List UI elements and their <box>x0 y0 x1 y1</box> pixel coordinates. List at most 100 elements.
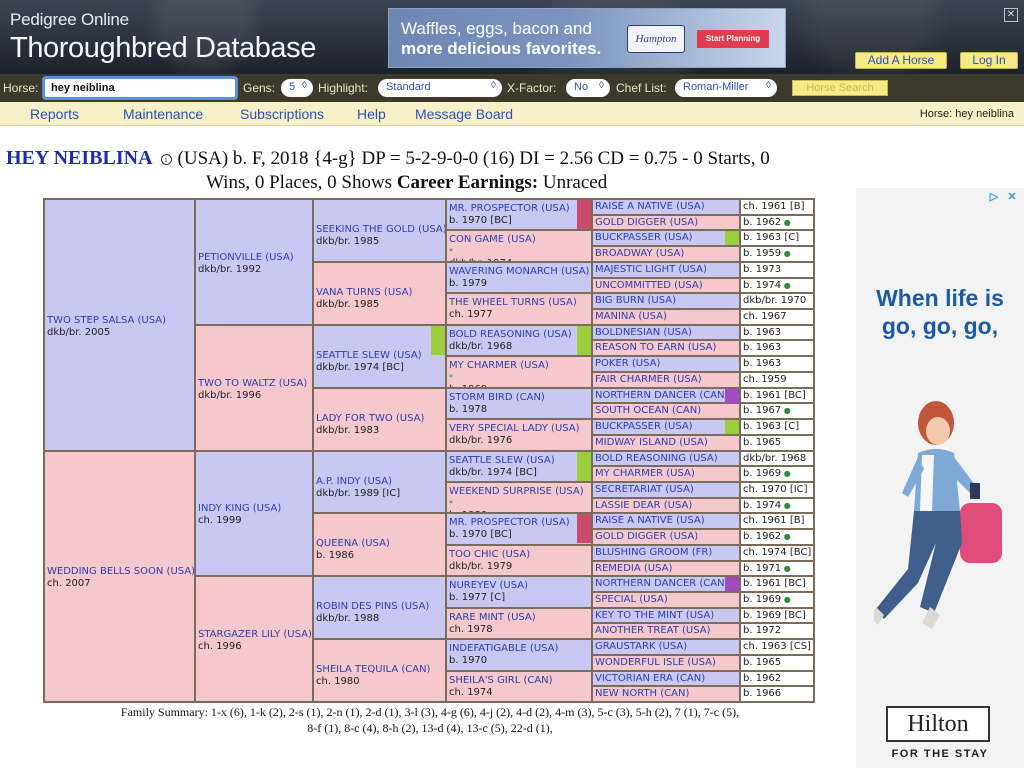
horse-name-link[interactable]: SEATTLE SLEW (USA) <box>449 455 589 467</box>
horse-name-link[interactable]: KEY TO THE MINT (USA) <box>595 609 739 622</box>
pedigree-cell-g5[interactable]: BOLDNESIAN (USA) <box>592 325 740 340</box>
pedigree-cell-g4[interactable]: MR. PROSPECTOR (USA) b. 1970 [BC] <box>446 199 592 230</box>
pedigree-cell-g5[interactable]: BROADWAY (USA)* <box>592 246 740 262</box>
info-icon[interactable]: i <box>160 154 172 165</box>
horse-name-link[interactable]: MY CHARMER (USA) <box>449 360 589 372</box>
pedigree-cell-g5[interactable]: GOLD DIGGER (USA)* <box>592 529 740 545</box>
pedigree-cell-g2[interactable]: INDY KING (USA) ch. 1999 <box>195 451 313 576</box>
horse-name-link[interactable]: REASON TO EARN (USA) <box>595 341 739 355</box>
horse-name-link[interactable]: RAISE A NATIVE (USA) <box>595 514 739 528</box>
pedigree-cell-g3[interactable]: A.P. INDY (USA) dkb/br. 1989 [IC] <box>313 451 446 513</box>
horse-name-link[interactable]: SPECIAL (USA) <box>595 593 739 607</box>
pedigree-cell-g4[interactable]: MY CHARMER (USA)*b. 1969 <box>446 356 592 388</box>
horse-name-link[interactable]: BIG BURN (USA) <box>595 294 739 308</box>
pedigree-cell-g5[interactable]: BUCKPASSER (USA) <box>592 230 740 246</box>
pedigree-cell-g3[interactable]: QUEENA (USA) b. 1986 <box>313 513 446 576</box>
horse-name-link[interactable]: GOLD DIGGER (USA) <box>595 530 739 544</box>
top-banner-ad[interactable]: Waffles, eggs, bacon and more delicious … <box>388 8 786 68</box>
pedigree-cell-g1[interactable]: TWO STEP SALSA (USA) dkb/br. 2005 <box>44 199 195 451</box>
horse-name-link[interactable]: INDEFATIGABLE (USA) <box>449 643 589 655</box>
horse-name-link[interactable]: VANA TURNS (USA) <box>316 287 443 299</box>
horse-name-link[interactable]: TWO STEP SALSA (USA) <box>47 315 192 327</box>
menu-message-board[interactable]: Message Board <box>415 106 513 122</box>
pedigree-cell-g4[interactable]: INDEFATIGABLE (USA) b. 1970 <box>446 639 592 671</box>
menu-reports[interactable]: Reports <box>30 106 79 122</box>
horse-name-link[interactable]: WEEKEND SURPRISE (USA) <box>449 486 589 498</box>
horse-name-link[interactable]: BLUSHING GROOM (FR) <box>595 546 739 560</box>
horse-name-link[interactable]: BOLD REASONING (USA) <box>595 452 739 465</box>
horse-name-link[interactable]: QUEENA (USA) <box>316 538 443 550</box>
pedigree-cell-g3[interactable]: LADY FOR TWO (USA) dkb/br. 1983 <box>313 388 446 451</box>
pedigree-cell-g4[interactable]: TOO CHIC (USA) dkb/br. 1979 <box>446 545 592 576</box>
pedigree-cell-g5[interactable]: BLUSHING GROOM (FR) <box>592 545 740 561</box>
pedigree-cell-g4[interactable]: SHEILA'S GIRL (CAN) ch. 1974 <box>446 671 592 702</box>
horse-name-link[interactable]: TWO TO WALTZ (USA) <box>198 378 310 390</box>
pedigree-cell-g4[interactable]: VERY SPECIAL LADY (USA) dkb/br. 1976 <box>446 419 592 451</box>
horse-name-link[interactable]: INDY KING (USA) <box>198 503 310 515</box>
horse-name-link[interactable]: MY CHARMER (USA) <box>595 467 739 481</box>
horse-name-link[interactable]: NEW NORTH (CAN) <box>595 687 739 701</box>
horse-name-link[interactable]: VERY SPECIAL LADY (USA) <box>449 423 589 435</box>
ad-close-icon[interactable]: ✕ <box>1004 190 1020 204</box>
horse-name-link[interactable]: NUREYEV (USA) <box>449 580 589 592</box>
pedigree-cell-g4[interactable]: NUREYEV (USA) b. 1977 [C] <box>446 576 592 608</box>
pedigree-cell-g2[interactable]: TWO TO WALTZ (USA) dkb/br. 1996 <box>195 325 313 451</box>
pedigree-cell-g5[interactable]: NORTHERN DANCER (CAN) <box>592 388 740 403</box>
pedigree-cell-g5[interactable]: UNCOMMITTED (USA)* <box>592 278 740 293</box>
pedigree-cell-g5[interactable]: ANOTHER TREAT (USA) <box>592 623 740 639</box>
pedigree-cell-g5[interactable]: RAISE A NATIVE (USA) <box>592 199 740 215</box>
horse-name-link[interactable]: TOO CHIC (USA) <box>449 549 589 561</box>
pedigree-cell-g4[interactable]: WEEKEND SURPRISE (USA)*b. 1980 <box>446 482 592 513</box>
pedigree-cell-g4[interactable]: CON GAME (USA)*dkb/br. 1974 <box>446 230 592 262</box>
pedigree-cell-g5[interactable]: MANINA (USA) <box>592 309 740 325</box>
pedigree-cell-g5[interactable]: POKER (USA) <box>592 356 740 372</box>
pedigree-cell-g4[interactable]: THE WHEEL TURNS (USA) ch. 1977 <box>446 293 592 325</box>
horse-name-link[interactable]: SHEILA'S GIRL (CAN) <box>449 675 589 687</box>
horse-name-link[interactable]: REMEDIA (USA) <box>595 562 739 575</box>
horse-name-link[interactable]: NORTHERN DANCER (CAN) <box>595 577 739 591</box>
horse-name-link[interactable]: MAJESTIC LIGHT (USA) <box>595 263 739 277</box>
horse-name-link[interactable]: BUCKPASSER (USA) <box>595 420 739 434</box>
pedigree-cell-g5[interactable]: GRAUSTARK (USA) <box>592 639 740 655</box>
pedigree-cell-g5[interactable]: MY CHARMER (USA)* <box>592 466 740 482</box>
horse-name-link[interactable]: SECRETARIAT (USA) <box>595 483 739 497</box>
ad-choices[interactable]: ▷ ✕ <box>986 190 1020 204</box>
pedigree-cell-g3[interactable]: SEATTLE SLEW (USA) dkb/br. 1974 [BC] <box>313 325 446 388</box>
horse-name-link[interactable]: CON GAME (USA) <box>449 234 589 246</box>
horse-name-link[interactable]: UNCOMMITTED (USA) <box>595 279 739 292</box>
horse-name-link[interactable]: LADY FOR TWO (USA) <box>316 413 443 425</box>
pedigree-cell-g5[interactable]: WONDERFUL ISLE (USA) <box>592 655 740 671</box>
gens-select[interactable]: 5 ◊ <box>281 79 313 97</box>
horse-name-link[interactable]: RARE MINT (USA) <box>449 612 589 624</box>
horse-name-link[interactable]: ANOTHER TREAT (USA) <box>595 624 739 638</box>
pedigree-cell-g2[interactable]: STARGAZER LILY (USA) ch. 1996 <box>195 576 313 702</box>
horse-name-link[interactable]: SEATTLE SLEW (USA) <box>316 350 443 362</box>
pedigree-cell-g5[interactable]: SOUTH OCEAN (CAN)* <box>592 403 740 419</box>
pedigree-cell-g4[interactable]: STORM BIRD (CAN) b. 1978 <box>446 388 592 419</box>
pedigree-cell-g5[interactable]: BIG BURN (USA) <box>592 293 740 309</box>
horse-name-link[interactable]: POKER (USA) <box>595 357 739 371</box>
horse-name-link[interactable]: SEEKING THE GOLD (USA) <box>316 224 445 236</box>
horse-name-link[interactable]: SOUTH OCEAN (CAN) <box>595 404 739 418</box>
horse-name-link[interactable]: THE WHEEL TURNS (USA) <box>449 297 589 309</box>
pedigree-cell-g5[interactable]: VICTORIAN ERA (CAN) <box>592 671 740 686</box>
horse-name-link[interactable]: STARGAZER LILY (USA) <box>198 629 312 641</box>
close-icon[interactable]: ✕ <box>1004 8 1018 22</box>
menu-subscriptions[interactable]: Subscriptions <box>240 106 324 122</box>
pedigree-cell-g3[interactable]: SEEKING THE GOLD (USA) dkb/br. 1985 <box>313 199 446 262</box>
horse-name-link[interactable]: STORM BIRD (CAN) <box>449 392 589 404</box>
horse-name[interactable]: HEY NEIBLINA <box>6 147 153 169</box>
highlight-select[interactable]: Standard ◊ <box>378 79 502 97</box>
pedigree-cell-g5[interactable]: REASON TO EARN (USA) <box>592 340 740 356</box>
add-horse-button[interactable]: Add A Horse <box>855 52 947 69</box>
pedigree-cell-g3[interactable]: ROBIN DES PINS (USA) dkb/br. 1988 <box>313 576 446 639</box>
pedigree-cell-g5[interactable]: MIDWAY ISLAND (USA) <box>592 435 740 451</box>
horse-name-link[interactable]: MR. PROSPECTOR (USA) <box>449 517 589 529</box>
pedigree-cell-g5[interactable]: BOLD REASONING (USA) <box>592 451 740 466</box>
pedigree-cell-g5[interactable]: BUCKPASSER (USA) <box>592 419 740 435</box>
horse-name-link[interactable]: MR. PROSPECTOR (USA) <box>449 203 589 215</box>
horse-name-link[interactable]: A.P. INDY (USA) <box>316 476 443 488</box>
pedigree-cell-g5[interactable]: KEY TO THE MINT (USA) <box>592 608 740 623</box>
horse-name-link[interactable]: WAVERING MONARCH (USA) <box>449 266 589 278</box>
horse-name-link[interactable]: BUCKPASSER (USA) <box>595 231 739 245</box>
